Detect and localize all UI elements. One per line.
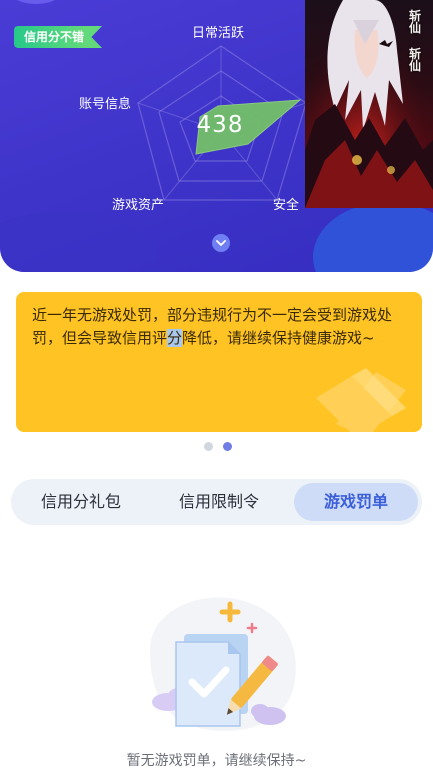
chevron-down-icon <box>216 239 226 246</box>
notice-text: 近一年无游戏处罚，部分违规行为不一定会受到游戏处罚，但会导致信用评分降低，请继续… <box>32 306 393 347</box>
empty-state-message: 暂无游戏罚单，请继续保持~ <box>126 753 307 769</box>
radar-label-account-info: 账号信息 <box>79 97 132 112</box>
tab-credit-gift-pack[interactable]: 信用分礼包 <box>19 483 143 521</box>
notice-card[interactable]: 近一年无游戏处罚，部分违规行为不一定会受到游戏处罚，但会导致信用评分降低，请继续… <box>16 292 422 432</box>
radar-label-daily-active: 日常活跃 <box>192 26 245 41</box>
document-check-pencil-icon <box>150 597 296 731</box>
credit-score-value: 438 <box>196 112 244 138</box>
game-poster-image[interactable]: 斩仙 斩仙 <box>305 0 433 208</box>
carousel-dot-active[interactable] <box>223 442 232 451</box>
radar-label-game-assets: 游戏资产 <box>112 198 165 213</box>
carousel-indicator <box>204 442 232 451</box>
poster-calligraphy: 斩仙 <box>409 47 422 73</box>
expand-button[interactable] <box>212 234 230 252</box>
tab-game-penalty[interactable]: 游戏罚单 <box>294 483 418 521</box>
highlighted-char: 分 <box>167 329 183 347</box>
poster-calligraphy: 斩仙 <box>409 9 422 35</box>
tab-credit-restriction[interactable]: 信用限制令 <box>151 483 287 521</box>
radar-label-security: 安全 <box>273 198 300 213</box>
carousel-dot[interactable] <box>204 442 213 451</box>
tab-bar: 信用分礼包 信用限制令 游戏罚单 <box>11 479 422 525</box>
x-shape-decoration <box>316 368 406 432</box>
